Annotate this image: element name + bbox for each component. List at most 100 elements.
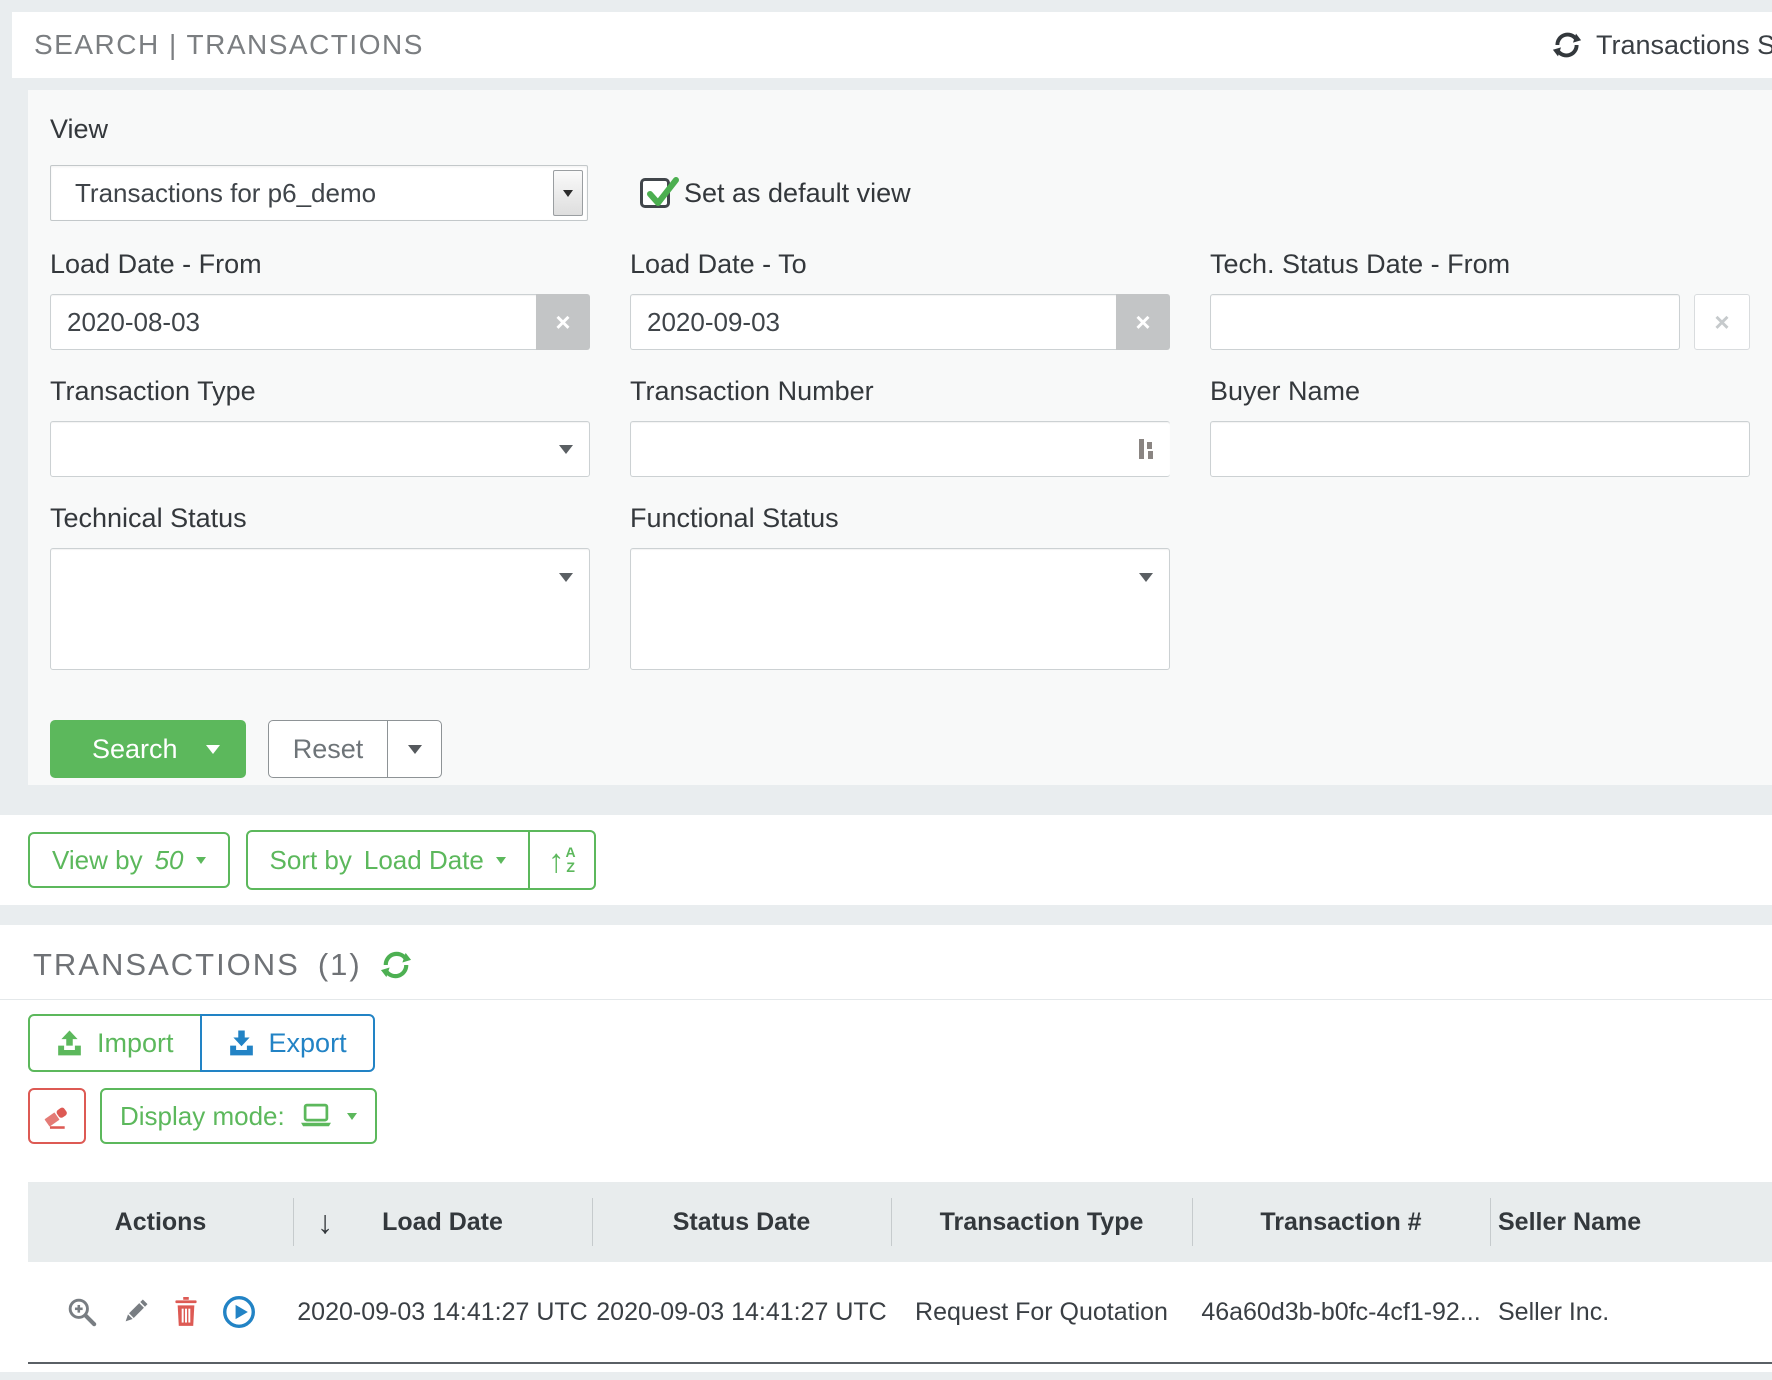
sort-by-button[interactable]: Sort by Load Date	[248, 832, 528, 888]
transaction-type-select[interactable]	[50, 421, 590, 477]
reset-button[interactable]: Reset	[269, 721, 387, 777]
clear-icon: ×	[1714, 307, 1729, 338]
upload-icon	[56, 1030, 83, 1057]
transaction-number-label: Transaction Number	[630, 376, 1170, 407]
set-default-view-label: Set as default view	[684, 178, 911, 209]
view-label: View	[50, 114, 1750, 145]
view-select[interactable]: Transactions for p6_demo	[50, 165, 588, 221]
sort-desc-icon: ↓	[317, 1204, 333, 1241]
search-form-panel: View Transactions for p6_demo Set as def…	[28, 90, 1772, 785]
reset-split-button: Reset	[268, 720, 442, 778]
cell-seller-name: Seller Inc.	[1490, 1262, 1772, 1362]
import-button[interactable]: Import	[28, 1014, 202, 1072]
load-date-to-input[interactable]	[630, 294, 1116, 350]
clear-list-button[interactable]	[28, 1088, 86, 1144]
caret-down-icon	[1139, 573, 1153, 582]
technical-status-label: Technical Status	[50, 503, 590, 534]
reset-options-button[interactable]	[387, 721, 441, 777]
set-default-view-checkbox[interactable]	[640, 178, 670, 208]
caret-down-icon	[196, 857, 206, 864]
caret-down-icon	[206, 745, 220, 754]
search-button-label: Search	[92, 734, 178, 765]
caret-down-icon	[347, 1113, 357, 1120]
transactions-panel: TRANSACTIONS (1) Import	[0, 925, 1772, 1372]
technical-status-field: Technical Status	[50, 503, 590, 670]
technical-status-select[interactable]	[50, 548, 590, 670]
load-date-to-clear-button[interactable]: ×	[1116, 294, 1170, 350]
view-select-arrow[interactable]	[553, 170, 583, 216]
transactions-heading: TRANSACTIONS	[33, 947, 300, 983]
import-button-label: Import	[97, 1028, 174, 1059]
play-icon[interactable]	[222, 1295, 256, 1329]
clear-icon: ×	[1135, 307, 1150, 338]
load-date-from-input[interactable]	[50, 294, 536, 350]
transaction-type-label: Transaction Type	[50, 376, 590, 407]
transaction-type-field: Transaction Type	[50, 376, 590, 477]
tech-status-date-from-input[interactable]	[1210, 294, 1680, 350]
refresh-icon	[1552, 30, 1582, 60]
buyer-name-label: Buyer Name	[1210, 376, 1750, 407]
laptop-icon	[299, 1103, 333, 1129]
load-date-from-label: Load Date - From	[50, 249, 590, 280]
column-header-transaction-type[interactable]: Transaction Type	[891, 1182, 1192, 1262]
sort-by-value: Load Date	[364, 845, 484, 876]
view-details-icon[interactable]	[66, 1296, 98, 1328]
divider	[0, 999, 1772, 1000]
page-title: SEARCH | TRANSACTIONS	[34, 29, 424, 61]
sort-by-prefix: Sort by	[270, 845, 352, 876]
transaction-number-field: Transaction Number	[630, 376, 1170, 477]
table-header-row: Actions ↓ Load Date Status Date Transact…	[28, 1182, 1772, 1262]
buyer-name-field: Buyer Name	[1210, 376, 1750, 477]
list-controls-bar: View by 50 Sort by Load Date ↑ AZ	[0, 815, 1772, 905]
column-header-transaction-number[interactable]: Transaction #	[1192, 1182, 1490, 1262]
display-mode-label: Display mode:	[120, 1101, 285, 1132]
export-button-label: Export	[269, 1028, 347, 1059]
table-row: 2020-09-03 14:41:27 UTC 2020-09-03 14:41…	[28, 1262, 1772, 1364]
delete-icon[interactable]	[172, 1297, 200, 1327]
edit-icon[interactable]	[120, 1297, 150, 1327]
load-date-from-clear-button[interactable]: ×	[536, 294, 590, 350]
tech-status-date-from-field: Tech. Status Date - From ×	[1210, 249, 1750, 350]
functional-status-field: Functional Status	[630, 503, 1170, 670]
lookup-bars-icon	[1134, 436, 1158, 462]
column-header-status-date[interactable]: Status Date	[592, 1182, 891, 1262]
tech-status-date-from-clear-button[interactable]: ×	[1694, 294, 1750, 350]
transactions-search-refresh[interactable]: Transactions Se	[1552, 12, 1772, 78]
display-mode-button[interactable]: Display mode:	[100, 1088, 377, 1144]
transactions-search-label: Transactions Se	[1596, 30, 1772, 61]
buyer-name-input[interactable]	[1210, 421, 1750, 477]
download-icon	[228, 1030, 255, 1057]
set-default-view-checkbox-group[interactable]: Set as default view	[640, 178, 911, 209]
search-button[interactable]: Search	[50, 720, 246, 778]
checkmark-icon	[644, 176, 680, 212]
load-date-from-field: Load Date - From ×	[50, 249, 590, 350]
cell-status-date: 2020-09-03 14:41:27 UTC	[592, 1262, 891, 1362]
column-header-load-date[interactable]: ↓ Load Date	[293, 1182, 592, 1262]
cell-transaction-number: 46a60d3b-b0fc-4cf1-92...	[1192, 1262, 1490, 1362]
sort-direction-button[interactable]: ↑ AZ	[528, 832, 594, 888]
load-date-to-field: Load Date - To ×	[630, 249, 1170, 350]
view-by-button[interactable]: View by 50	[28, 832, 230, 888]
refresh-results-icon[interactable]	[380, 949, 412, 981]
column-header-actions: Actions	[28, 1182, 293, 1262]
column-header-seller-name[interactable]: Seller Name	[1490, 1182, 1772, 1262]
caret-down-icon	[496, 857, 506, 864]
load-date-to-label: Load Date - To	[630, 249, 1170, 280]
caret-down-icon	[559, 573, 573, 582]
sort-alpha-asc-icon: ↑ AZ	[548, 844, 576, 877]
view-by-prefix: View by	[52, 845, 143, 876]
caret-down-icon	[563, 190, 573, 197]
caret-down-icon	[559, 445, 573, 454]
functional-status-select[interactable]	[630, 548, 1170, 670]
view-select-value: Transactions for p6_demo	[75, 178, 376, 209]
transaction-number-input[interactable]	[630, 421, 1170, 477]
export-button[interactable]: Export	[200, 1014, 375, 1072]
cell-transaction-type: Request For Quotation	[891, 1262, 1192, 1362]
clear-icon: ×	[555, 307, 570, 338]
transactions-count: (1)	[318, 947, 362, 983]
caret-down-icon	[408, 745, 422, 754]
sort-controls: Sort by Load Date ↑ AZ	[246, 830, 596, 890]
transactions-table: Actions ↓ Load Date Status Date Transact…	[28, 1182, 1772, 1364]
eraser-icon	[41, 1100, 73, 1132]
tech-status-date-from-label: Tech. Status Date - From	[1210, 249, 1750, 280]
